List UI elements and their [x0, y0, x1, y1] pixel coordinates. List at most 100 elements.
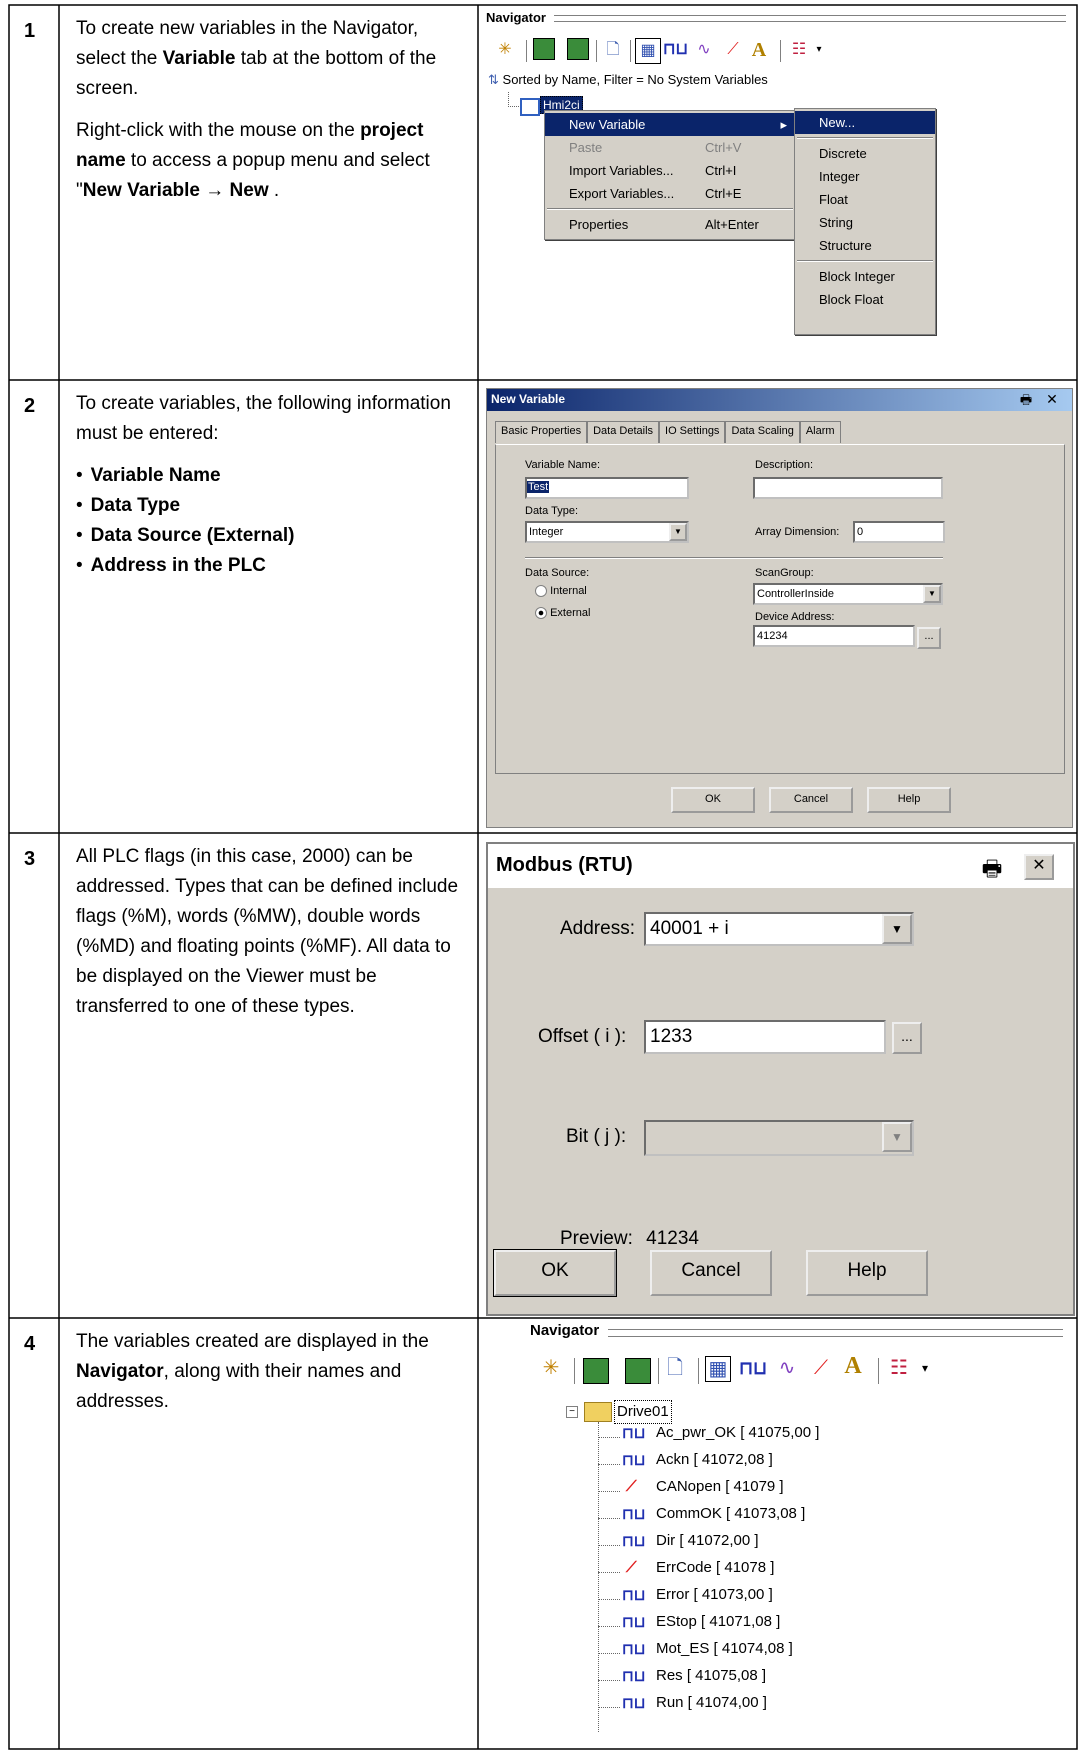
- device-address-input[interactable]: 41234: [753, 625, 915, 647]
- bit-select: ▼: [644, 1120, 914, 1156]
- row-number: 4: [24, 1333, 36, 1355]
- close-icon[interactable]: ✕: [1024, 854, 1054, 880]
- tree-item[interactable]: ⊓⊔ Ackn [ 41072,08 ]: [598, 1451, 1058, 1478]
- submenu-item-discrete[interactable]: Discrete: [795, 142, 935, 165]
- print-icon[interactable]: 🖶: [1017, 391, 1035, 407]
- cancel-button[interactable]: Cancel: [769, 787, 853, 813]
- tab-io-settings[interactable]: IO Settings: [659, 421, 726, 443]
- row-number: 1: [24, 20, 36, 42]
- discrete-icon[interactable]: ⊓⊔: [663, 38, 688, 62]
- tree-item[interactable]: ⊓⊔ Error [ 41073,00 ]: [598, 1586, 1058, 1613]
- offset-input[interactable]: 1233: [644, 1020, 886, 1054]
- address-select[interactable]: 40001 + i ▼: [644, 912, 914, 946]
- preview-value: 41234: [646, 1228, 699, 1249]
- tab-alarm[interactable]: Alarm: [799, 421, 841, 443]
- row-1-description: To create new variables in the Navigator…: [76, 18, 437, 201]
- string-icon[interactable]: A: [747, 38, 771, 62]
- navigator-title: Navigator: [486, 10, 546, 25]
- browse-button[interactable]: ...: [917, 627, 941, 649]
- discrete-icon: ⊓⊔: [622, 1506, 646, 1523]
- integer-icon[interactable]: ∿: [775, 1356, 799, 1380]
- navigator-titlebar: Navigator: [486, 10, 1071, 32]
- chevron-down-icon[interactable]: ▼: [882, 914, 912, 944]
- chevron-down-icon[interactable]: ▼: [923, 585, 941, 603]
- submenu-item-block-float[interactable]: Block Float: [795, 288, 935, 311]
- device-address-label: Device Address:: [755, 611, 835, 623]
- tab-data-details[interactable]: Data Details: [587, 421, 660, 443]
- close-icon[interactable]: ✕: [1043, 391, 1061, 407]
- discrete-icon[interactable]: ⊓⊔: [739, 1356, 767, 1380]
- properties-icon[interactable]: ✳: [539, 1356, 563, 1380]
- row-number: 3: [24, 848, 36, 870]
- submenu-item-block-integer[interactable]: Block Integer: [795, 265, 935, 288]
- chevron-right-icon: ▸: [780, 117, 787, 132]
- menu-item-properties[interactable]: Properties Alt+Enter: [545, 213, 795, 236]
- array-dimension-input[interactable]: 0: [853, 521, 945, 543]
- float-icon[interactable]: ⟋: [809, 1356, 833, 1380]
- bullet-item: Data Source (External): [76, 521, 466, 551]
- ok-button[interactable]: OK: [493, 1249, 617, 1297]
- string-icon[interactable]: A: [841, 1354, 865, 1378]
- tree-item[interactable]: ⊓⊔ Dir [ 41072,00 ]: [598, 1532, 1058, 1559]
- row-4-description: The variables created are displayed in t…: [76, 1331, 429, 1412]
- submenu-item-integer[interactable]: Integer: [795, 165, 935, 188]
- menu-item-new-variable[interactable]: New Variable ▸: [545, 113, 795, 136]
- tree-item[interactable]: ⊓⊔ Mot_ES [ 41074,08 ]: [598, 1640, 1058, 1667]
- menu-item-import[interactable]: Import Variables... Ctrl+I: [545, 159, 795, 182]
- tree-item[interactable]: ⊓⊔ CommOK [ 41073,08 ]: [598, 1505, 1058, 1532]
- help-button[interactable]: Help: [867, 787, 951, 813]
- variables-icon[interactable]: ▦: [635, 38, 661, 64]
- preview-icon[interactable]: 🗋: [601, 38, 625, 62]
- chevron-down-icon[interactable]: ▼: [669, 523, 687, 541]
- tree-item[interactable]: ⊓⊔ Run [ 41074,00 ]: [598, 1694, 1058, 1721]
- tab-data-scaling[interactable]: Data Scaling: [725, 421, 800, 443]
- cancel-button[interactable]: Cancel: [650, 1250, 772, 1296]
- integer-icon: ⟋: [626, 1478, 637, 1495]
- folder-icon: [584, 1402, 612, 1422]
- collapse-icon[interactable]: −: [566, 1406, 578, 1418]
- row-2-description: To create variables, the following infor…: [76, 389, 466, 581]
- chevron-down-icon[interactable]: ▾: [913, 1356, 937, 1380]
- help-button[interactable]: Help: [806, 1250, 928, 1296]
- variable-name-input[interactable]: Test: [525, 477, 689, 499]
- submenu-item-new[interactable]: New...: [795, 111, 935, 134]
- structure-icon[interactable]: ☷: [887, 1356, 911, 1380]
- screen-group-icon[interactable]: [567, 38, 589, 60]
- screen-group-icon[interactable]: [625, 1358, 651, 1384]
- screen-icon[interactable]: [583, 1358, 609, 1384]
- variables-icon[interactable]: ▦: [705, 1356, 731, 1382]
- preview-row: Preview: 41234: [560, 1228, 699, 1249]
- address-label: Address:: [560, 918, 635, 939]
- tab-basic-properties[interactable]: Basic Properties: [495, 421, 588, 443]
- integer-icon[interactable]: ∿: [692, 38, 716, 62]
- tree-item[interactable]: ⟋ CANopen [ 41079 ]: [598, 1478, 1058, 1505]
- screen-icon[interactable]: [533, 38, 555, 60]
- browse-button[interactable]: ...: [892, 1022, 922, 1054]
- properties-icon[interactable]: ✳: [493, 38, 517, 62]
- submenu-item-string[interactable]: String: [795, 211, 935, 234]
- tree-item[interactable]: ⊓⊔ Ac_pwr_OK [ 41075,00 ]: [598, 1424, 1058, 1451]
- folder-name[interactable]: Drive01: [614, 1400, 672, 1424]
- context-menu: New Variable ▸ Paste Ctrl+V Import Variab…: [544, 110, 796, 240]
- print-icon[interactable]: 🖶: [978, 852, 1006, 881]
- tree-item[interactable]: ⟋ ErrCode [ 41078 ]: [598, 1559, 1058, 1586]
- preview-icon[interactable]: 🗋: [663, 1356, 687, 1380]
- description-label: Description:: [755, 459, 814, 471]
- float-icon[interactable]: ⟋: [721, 38, 745, 62]
- chevron-down-icon[interactable]: ▾: [807, 38, 831, 62]
- ok-button[interactable]: OK: [671, 787, 755, 813]
- scangroup-label: ScanGroup:: [755, 567, 814, 579]
- tree-item[interactable]: ⊓⊔ Res [ 41075,08 ]: [598, 1667, 1058, 1694]
- submenu-item-structure[interactable]: Structure: [795, 234, 935, 257]
- submenu-item-float[interactable]: Float: [795, 188, 935, 211]
- bullet-item: Variable Name: [76, 461, 466, 491]
- menu-item-paste: Paste Ctrl+V: [569, 140, 742, 155]
- discrete-icon: ⊓⊔: [622, 1614, 646, 1631]
- menu-item-export[interactable]: Export Variables... Ctrl+E: [545, 182, 795, 205]
- description-input[interactable]: [753, 477, 943, 499]
- external-radio[interactable]: External: [535, 607, 590, 620]
- internal-radio[interactable]: Internal: [535, 585, 587, 598]
- tree-item[interactable]: ⊓⊔ EStop [ 41071,08 ]: [598, 1613, 1058, 1640]
- data-type-select[interactable]: Integer ▼: [525, 521, 689, 543]
- scangroup-select[interactable]: ControllerInside ▼: [753, 583, 943, 605]
